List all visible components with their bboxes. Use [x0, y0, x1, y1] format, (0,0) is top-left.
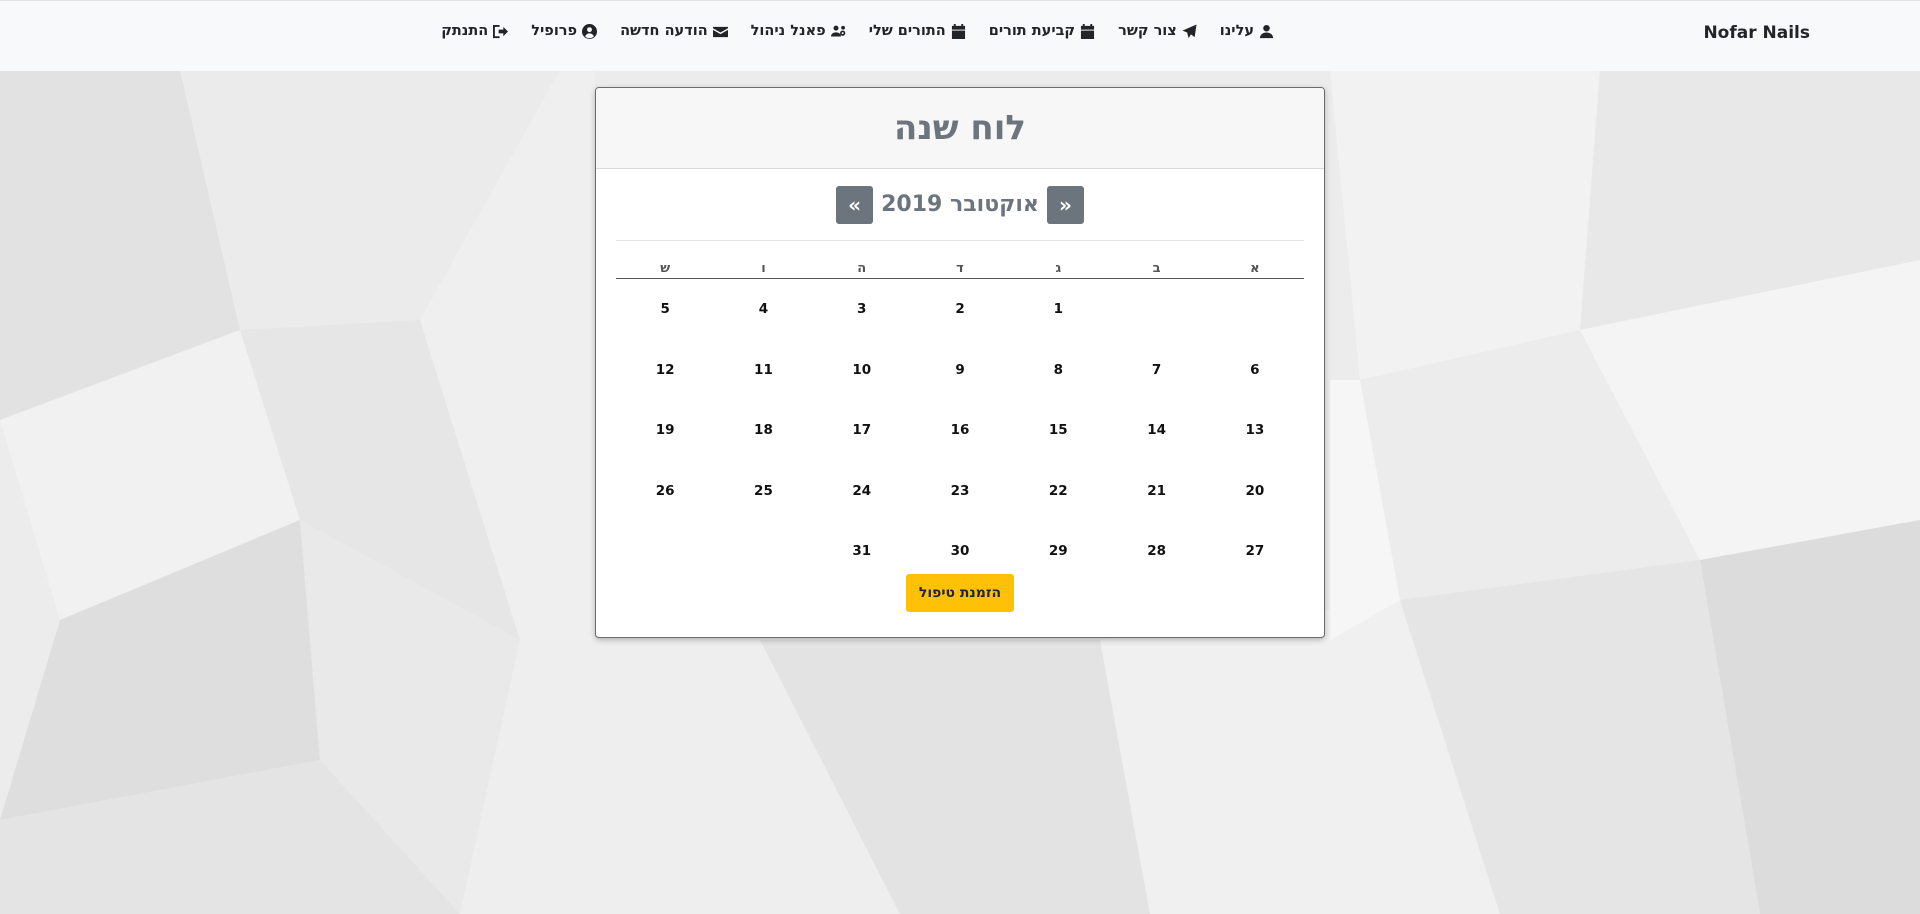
user-circle-icon — [582, 23, 598, 39]
page-title: לוח שנה — [894, 108, 1026, 148]
day-cell[interactable]: 22 — [1009, 461, 1107, 522]
day-cell[interactable]: 19 — [616, 400, 714, 461]
calendar-grid: א ב ג ד ה ו ש 1 2 3 4 5 6 7 8 9 10 11 12 13 14 15 16 17 1… — [616, 241, 1304, 582]
day-cell[interactable]: 15 — [1009, 400, 1107, 461]
empty-day-cell — [714, 521, 812, 582]
day-cell[interactable]: 6 — [1206, 340, 1304, 401]
day-cell[interactable]: 5 — [616, 279, 714, 340]
weekday-label: ג — [1055, 261, 1062, 276]
nav-item-profile[interactable]: פרופיל — [531, 23, 598, 39]
day-cell[interactable]: 8 — [1009, 340, 1107, 401]
weekday-label: ד — [956, 261, 964, 276]
day-cell[interactable]: 24 — [813, 461, 911, 522]
empty-day-cell — [1206, 279, 1304, 340]
brand-logo[interactable]: Nofar Nails — [1703, 23, 1810, 43]
prev-month-button[interactable]: « — [1046, 185, 1084, 224]
calendar-icon — [951, 23, 966, 39]
nav-item-label: פאנל ניהול — [750, 23, 826, 39]
nav-item-contact[interactable]: צור קשר — [1118, 23, 1197, 39]
day-cell[interactable]: 21 — [1107, 461, 1205, 522]
day-cell[interactable]: 14 — [1107, 400, 1205, 461]
day-cell[interactable]: 18 — [714, 400, 812, 461]
nav-item-label: צור קשר — [1118, 23, 1177, 39]
day-cell[interactable]: 3 — [813, 279, 911, 340]
weekday-label: ש — [660, 261, 671, 276]
nav-item-label: התורים שלי — [868, 23, 946, 39]
day-cell[interactable]: 1 — [1009, 279, 1107, 340]
weekday-header: א ב ג ד ה ו ש — [616, 241, 1304, 279]
calendar-card: לוח שנה « אוקטובר 2019 » א ב ג ד ה ו ש 1… — [595, 87, 1325, 638]
weekday-label: ו — [761, 261, 766, 276]
weekday-label: ב — [1152, 261, 1161, 276]
nav-item-my-appointments[interactable]: התורים שלי — [869, 23, 966, 39]
day-cell[interactable]: 17 — [813, 400, 911, 461]
nav-item-admin-panel[interactable]: פאנל ניהול — [751, 23, 846, 39]
nav-menu: עלינו צור קשר קביעת תורים התורים שלי פאנ… — [441, 23, 1274, 39]
empty-day-cell — [616, 521, 714, 582]
day-cell[interactable]: 12 — [616, 340, 714, 401]
nav-item-new-message[interactable]: הודעה חדשה — [620, 23, 728, 39]
day-cell[interactable]: 4 — [714, 279, 812, 340]
day-cell[interactable]: 30 — [911, 521, 1009, 582]
day-cell[interactable]: 28 — [1107, 521, 1205, 582]
nav-item-book-appointments[interactable]: קביעת תורים — [989, 23, 1095, 39]
paper-plane-icon — [1182, 23, 1197, 39]
day-cell[interactable]: 10 — [813, 340, 911, 401]
nav-item-label: התנתק — [441, 23, 489, 39]
day-cell[interactable]: 20 — [1206, 461, 1304, 522]
day-cell[interactable]: 13 — [1206, 400, 1304, 461]
day-cell[interactable]: 31 — [813, 521, 911, 582]
book-treatment-button[interactable]: הזמנת טיפול — [906, 573, 1014, 612]
next-month-button[interactable]: » — [836, 185, 874, 224]
nav-item-logout[interactable]: התנתק — [441, 23, 509, 39]
nav-item-label: פרופיל — [531, 23, 578, 39]
weekday-label: ה — [857, 261, 867, 276]
sign-out-icon — [493, 24, 509, 39]
nav-item-label: עלינו — [1219, 23, 1254, 39]
nav-item-about[interactable]: עלינו — [1220, 23, 1274, 39]
calendar-icon — [1080, 23, 1095, 39]
day-cell[interactable]: 9 — [911, 340, 1009, 401]
month-label: אוקטובר 2019 — [881, 192, 1039, 217]
empty-day-cell — [1107, 279, 1205, 340]
day-cell[interactable]: 7 — [1107, 340, 1205, 401]
user-icon — [1259, 24, 1274, 39]
weekday-label: א — [1250, 261, 1260, 276]
day-cell[interactable]: 23 — [911, 461, 1009, 522]
calendar-days: 1 2 3 4 5 6 7 8 9 10 11 12 13 14 15 16 17 18 19 20 21 22 23 24 2… — [616, 279, 1304, 582]
users-cog-icon — [830, 24, 846, 39]
day-cell[interactable]: 26 — [616, 461, 714, 522]
card-header: לוח שנה — [596, 88, 1324, 169]
day-cell[interactable]: 2 — [911, 279, 1009, 340]
day-cell[interactable]: 11 — [714, 340, 812, 401]
day-cell[interactable]: 16 — [911, 400, 1009, 461]
nav-item-label: קביעת תורים — [988, 23, 1076, 39]
nav-item-label: הודעה חדשה — [620, 23, 708, 39]
month-navigation: « אוקטובר 2019 » — [596, 169, 1324, 240]
envelope-icon — [712, 24, 728, 39]
day-cell[interactable]: 25 — [714, 461, 812, 522]
day-cell[interactable]: 29 — [1009, 521, 1107, 582]
navbar: Nofar Nails עלינו צור קשר קביעת תורים הת… — [0, 0, 1920, 71]
day-cell[interactable]: 27 — [1206, 521, 1304, 582]
